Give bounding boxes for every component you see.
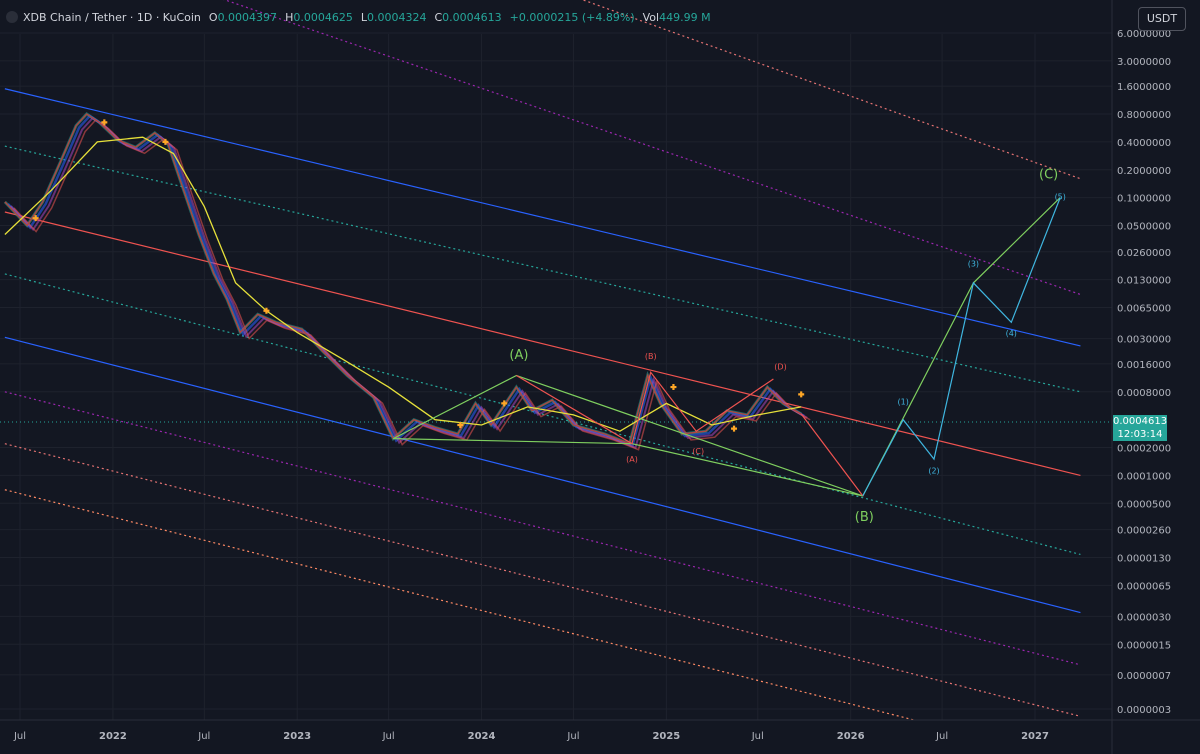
price-line [4, 113, 802, 445]
high-label: H [285, 10, 294, 24]
low-value: 0.0004324 [366, 10, 427, 24]
y-tick-label: 0.0000130 [1117, 553, 1171, 564]
y-tick-label: 0.0000030 [1117, 612, 1171, 623]
channel-line-lower-purple-1 [4, 391, 1081, 666]
symbol-logo-icon [6, 11, 18, 23]
symbol-header: XDB Chain / Tether · 1D · KuCoin O 0.0004… [0, 0, 1118, 34]
x-tick-label: Jul [566, 731, 579, 742]
wave-label: (B) [645, 352, 657, 361]
y-tick-label: 0.0030000 [1117, 335, 1171, 346]
wave-label: (C) [692, 447, 704, 456]
x-tick-label: 2027 [1021, 731, 1049, 742]
last-price-value: 0.0004613 [1113, 416, 1168, 427]
y-tick-label: 3.0000000 [1117, 57, 1171, 68]
y-tick-label: 0.8000000 [1117, 110, 1171, 121]
channel-line-lower-red-orange-1 [4, 443, 1081, 717]
wave-line-green-abc-path [392, 197, 1061, 497]
y-tick-label: 0.0002000 [1117, 444, 1171, 455]
wave-label: (A) [509, 348, 528, 363]
wave-label: (5) [1055, 193, 1066, 202]
time-axis-bg [0, 720, 1200, 754]
y-tick-label: 0.0000260 [1117, 526, 1171, 537]
y-tick-label: 0.0500000 [1117, 222, 1171, 233]
signal-marker-icon [670, 384, 677, 391]
y-tick-label: 1.6000000 [1117, 82, 1171, 93]
x-tick-label: 2026 [837, 731, 865, 742]
x-tick-label: 2022 [99, 731, 127, 742]
wave-label: (B) [855, 510, 874, 525]
y-tick-label: 0.0000015 [1117, 640, 1171, 651]
x-tick-label: Jul [197, 731, 210, 742]
y-tick-label: 0.0000003 [1117, 705, 1171, 716]
volume-label: Vol [642, 10, 660, 24]
x-tick-label: Jul [751, 731, 764, 742]
y-tick-label: 0.0008000 [1117, 388, 1171, 399]
wave-label: (1) [898, 398, 909, 407]
y-tick-label: 0.0016000 [1117, 360, 1171, 371]
wave-label: (D) [774, 362, 786, 371]
change-value: +0.0000215 (+4.89%) [509, 10, 635, 24]
x-tick-label: Jul [382, 731, 395, 742]
signal-marker-icon [731, 425, 738, 432]
wave-label: (C) [1039, 168, 1058, 183]
wave-label: (A) [626, 455, 638, 464]
y-tick-label: 0.0260000 [1117, 248, 1171, 259]
open-value: 0.0004397 [217, 10, 278, 24]
elliott-wave-lines [392, 197, 1061, 497]
y-tick-label: 0.4000000 [1117, 138, 1171, 149]
channel-line-lower-teal [4, 273, 1081, 556]
x-tick-label: 2024 [468, 731, 496, 742]
symbol-title[interactable]: XDB Chain / Tether · 1D · KuCoin [23, 11, 201, 24]
close-value: 0.0004613 [442, 10, 502, 24]
ma-ribbon-line [6, 114, 805, 448]
y-tick-label: 0.1000000 [1117, 194, 1171, 205]
grid [0, 32, 1112, 720]
ma-ribbon-line [10, 116, 808, 450]
wave-label: (3) [968, 260, 979, 269]
last-price-tag: 0.0004613 12:03:14 [1113, 415, 1167, 441]
close-label: C [434, 10, 443, 24]
wave-label: (4) [1006, 329, 1017, 338]
y-tick-label: 0.0000065 [1117, 581, 1171, 592]
y-tick-label: 0.0000007 [1117, 671, 1171, 682]
price-chart[interactable]: (A)(B)(C)(A)(B)(C)(D)(1)(2)(3)(4)(5) 6.0… [0, 0, 1200, 754]
y-tick-label: 0.0065000 [1117, 304, 1171, 315]
x-tick-label: 2025 [652, 731, 680, 742]
y-tick-label: 0.0001000 [1117, 471, 1171, 482]
high-value: 0.0004625 [293, 10, 353, 24]
y-tick-label: 0.0130000 [1117, 276, 1171, 287]
currency-button[interactable]: USDT [1138, 7, 1186, 31]
x-tick-label: Jul [13, 731, 26, 742]
open-label: O [208, 10, 218, 24]
bar-countdown: 12:03:14 [1117, 429, 1163, 440]
signal-markers [32, 119, 805, 432]
slow-ma-line [4, 136, 802, 432]
channel-line-upper-teal [4, 145, 1081, 393]
regression-channel-lines [4, 0, 1081, 754]
y-tick-label: 0.2000000 [1117, 166, 1171, 177]
volume-value: 449.99 M [659, 10, 711, 24]
channel-line-upper-purple-3 [223, 0, 1081, 296]
ma-ribbon-line [3, 112, 802, 446]
wave-label: (2) [928, 466, 939, 475]
wave-labels: (A) (B) (C) (A) (B) (C) (D) (1) (2) (3) (4) (5) [509, 168, 1066, 525]
y-tick-label: 0.0000500 [1117, 499, 1171, 510]
wave-line-cyan-impulse [862, 197, 1061, 497]
price-series [3, 112, 811, 451]
x-tick-label: 2023 [283, 731, 311, 742]
x-tick-label: Jul [935, 731, 948, 742]
